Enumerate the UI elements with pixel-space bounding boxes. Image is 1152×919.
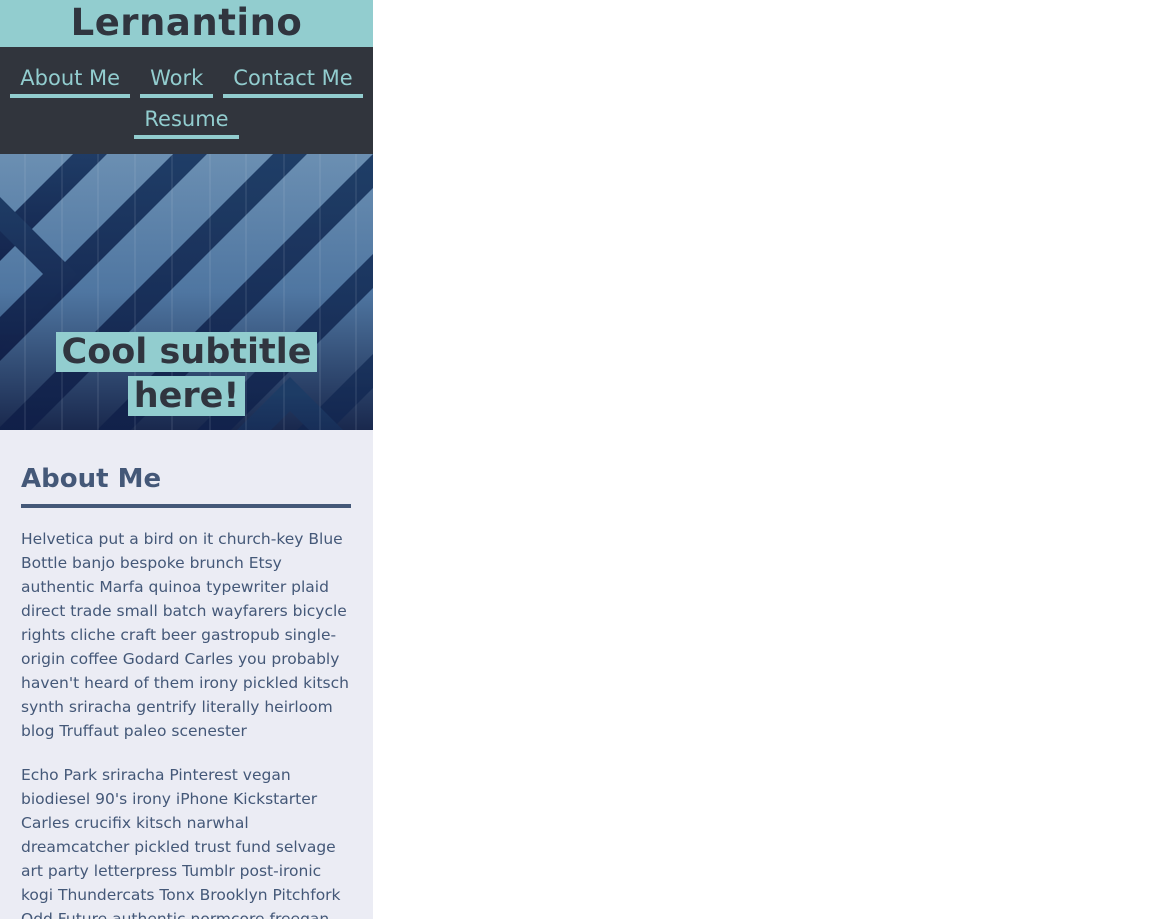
main-nav: About Me Work Contact Me Resume — [0, 47, 373, 154]
nav-link-work[interactable]: Work — [140, 64, 214, 98]
hero-subtitle: Cool subtitle here! — [0, 330, 373, 418]
site-header: Lernantino — [0, 0, 373, 47]
site-title: Lernantino — [70, 1, 303, 44]
nav-row: Resume — [0, 105, 373, 139]
nav-row: About Me Work Contact Me — [0, 64, 373, 98]
hero-banner: Cool subtitle here! — [0, 154, 373, 430]
nav-link-resume[interactable]: Resume — [134, 105, 239, 139]
page: Lernantino About Me Work Contact Me Resu… — [0, 0, 373, 919]
about-section: About Me Helvetica put a bird on it chur… — [0, 430, 373, 919]
nav-link-about-me[interactable]: About Me — [10, 64, 131, 98]
nav-link-contact-me[interactable]: Contact Me — [223, 64, 363, 98]
about-paragraph: Echo Park sriracha Pinterest vegan biodi… — [21, 766, 341, 919]
hero-subtitle-text: Cool subtitle here! — [55, 332, 318, 416]
about-heading: About Me — [21, 462, 351, 508]
about-paragraph: Helvetica put a bird on it church-key Bl… — [21, 530, 349, 740]
